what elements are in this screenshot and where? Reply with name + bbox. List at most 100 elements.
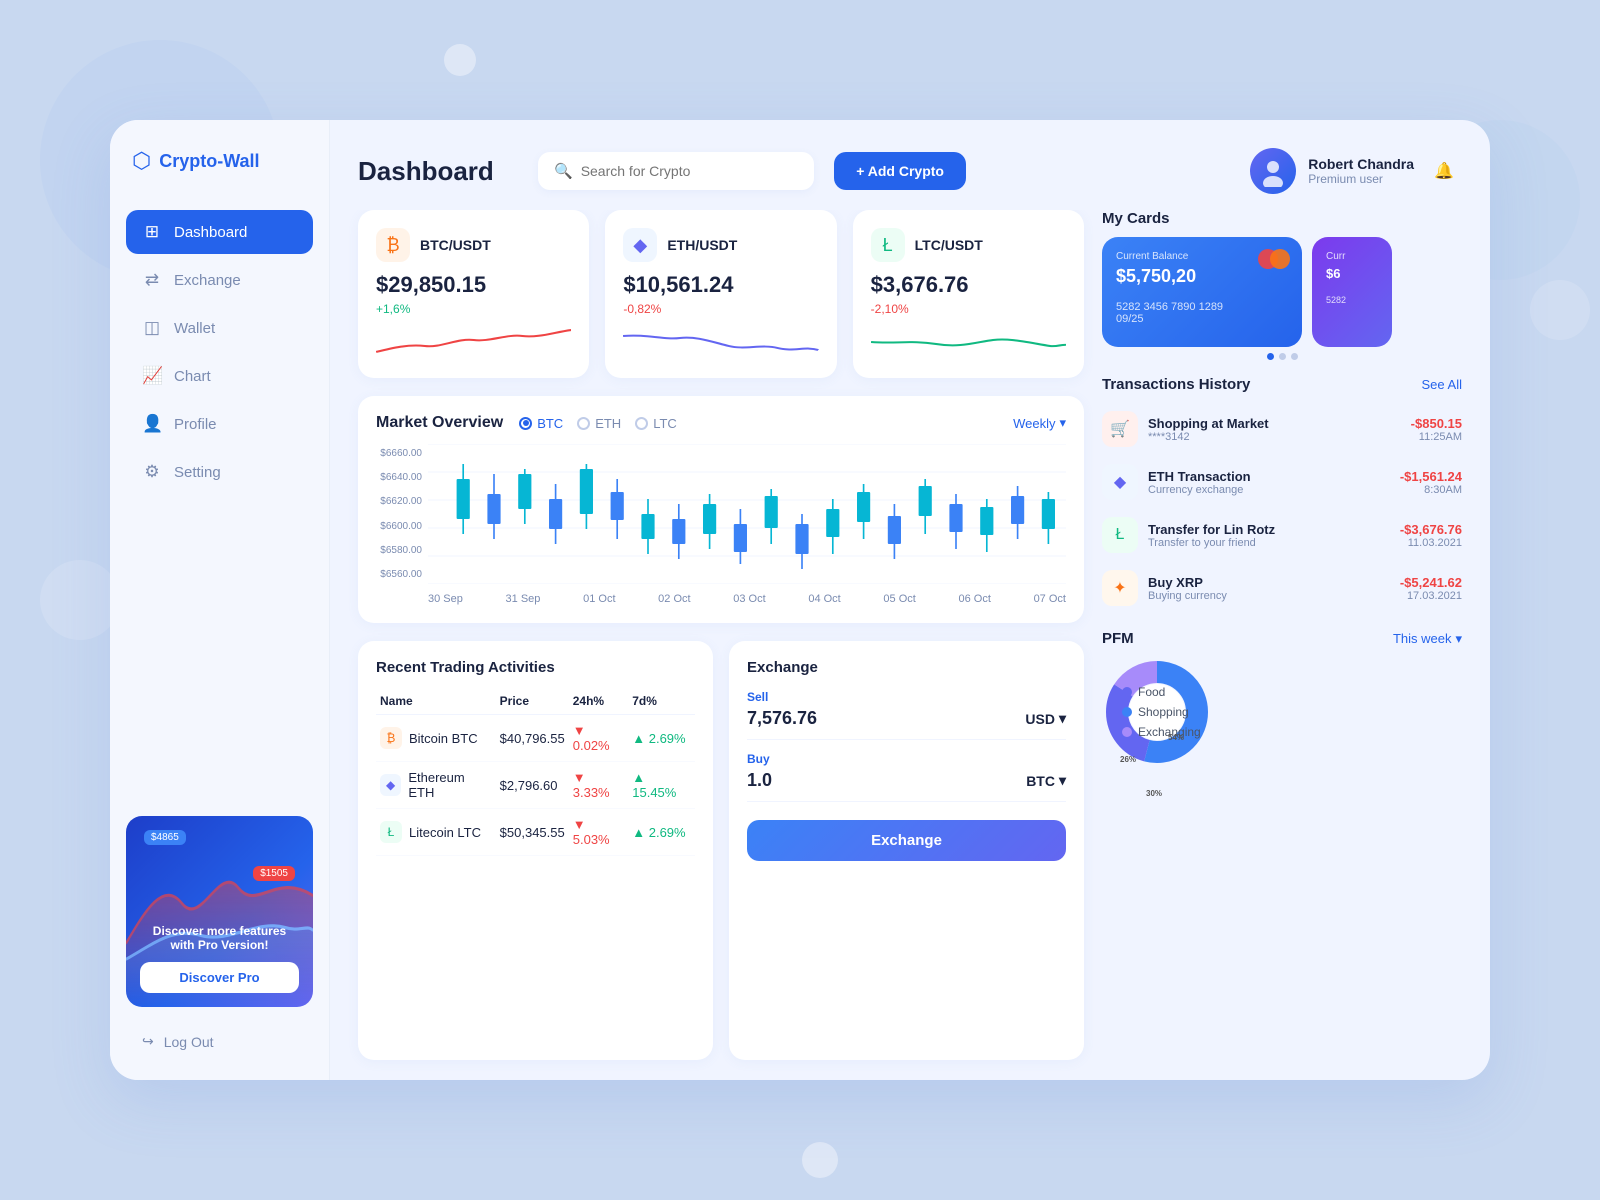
transaction-item: 🛒 Shopping at Market ****3142 -$850.15 1… — [1102, 403, 1462, 456]
candlestick-chart — [428, 444, 1066, 584]
card-dot-1[interactable] — [1267, 353, 1274, 360]
dashboard-icon: ⊞ — [142, 222, 162, 242]
sidebar-item-dashboard[interactable]: ⊞ Dashboard — [126, 210, 313, 254]
buy-value: 1.0 — [747, 770, 772, 791]
weekly-selector[interactable]: Weekly ▾ — [1013, 415, 1066, 431]
tx-info: Transfer for Lin Rotz Transfer to your f… — [1148, 522, 1390, 549]
right-panel: My Cards Current Balance $5,750,20 5282 … — [1102, 210, 1462, 1060]
transactions-section: Transactions History See All 🛒 Shopping … — [1102, 376, 1462, 614]
sell-currency-selector[interactable]: USD ▾ — [1025, 710, 1066, 727]
card-number: 5282 3456 7890 1289 — [1116, 301, 1288, 313]
eth-pair: ETH/USDT — [667, 237, 737, 253]
change7d: ▲ 2.69% — [632, 825, 685, 840]
food-dot — [1122, 687, 1132, 697]
change7d: ▲ 15.45% — [632, 770, 676, 800]
card-dot-2[interactable] — [1279, 353, 1286, 360]
buy-label: Buy — [747, 752, 1066, 766]
chevron-down-icon: ▾ — [1059, 415, 1066, 431]
ltc-card: Ł LTC/USDT $3,676.76 -2,10% — [853, 210, 1084, 378]
transactions-title: Transactions History — [1102, 376, 1250, 393]
cards-container: Current Balance $5,750,20 5282 3456 7890… — [1102, 237, 1462, 347]
bottom-row: Recent Trading Activities Name Price 24h… — [358, 641, 1084, 1060]
sidebar-label-setting: Setting — [174, 464, 221, 481]
tx-time: 8:30AM — [1400, 484, 1462, 496]
wallet-icon: ◫ — [142, 318, 162, 338]
logout-label: Log Out — [164, 1034, 214, 1050]
user-role: Premium user — [1308, 172, 1414, 186]
col-price: Price — [496, 688, 569, 715]
trading-title: Recent Trading Activities — [376, 659, 695, 676]
avatar — [1250, 148, 1296, 194]
exchange-button[interactable]: Exchange — [747, 820, 1066, 861]
btc-change: +1,6% — [376, 302, 571, 316]
tx-amount: -$1,561.24 — [1400, 469, 1462, 484]
sidebar-item-chart[interactable]: 📈 Chart — [126, 354, 313, 398]
tx-info: ETH Transaction Currency exchange — [1148, 469, 1390, 496]
main-window: ⬡ Crypto-Wall ⊞ Dashboard ⇄ Exchange ◫ W… — [110, 120, 1490, 1080]
tx-amount: -$5,241.62 — [1400, 575, 1462, 590]
tx-time: 11.03.2021 — [1400, 537, 1462, 549]
chart-nav-icon: 📈 — [142, 366, 162, 386]
sidebar-item-exchange[interactable]: ⇄ Exchange — [126, 258, 313, 302]
tx-info: Shopping at Market ****3142 — [1148, 416, 1401, 443]
chevron-down-icon: ▾ — [1059, 710, 1066, 727]
add-crypto-button[interactable]: + Add Crypto — [834, 152, 966, 190]
x-axis: 30 Sep 31 Sep 01 Oct 02 Oct 03 Oct 04 Oc… — [428, 593, 1066, 605]
buy-currency-selector[interactable]: BTC ▾ — [1026, 772, 1066, 789]
transaction-item: ◆ ETH Transaction Currency exchange -$1,… — [1102, 456, 1462, 509]
tab-ltc[interactable]: LTC — [635, 416, 677, 431]
coin-row: ◆ Ethereum ETH — [380, 770, 492, 800]
search-input[interactable] — [581, 163, 799, 179]
radio-btc — [519, 417, 532, 430]
tx-ltc-icon: Ł — [1102, 517, 1138, 553]
tx-amount: -$3,676.76 — [1400, 522, 1462, 537]
ltc-price: $3,676.76 — [871, 272, 1066, 298]
tab-btc[interactable]: BTC — [519, 416, 563, 431]
ltc-change: -2,10% — [871, 302, 1066, 316]
profile-icon: 👤 — [142, 414, 162, 434]
sidebar-label-wallet: Wallet — [174, 320, 215, 337]
see-all-transactions[interactable]: See All — [1422, 377, 1462, 392]
tx-info: Buy XRP Buying currency — [1148, 575, 1390, 602]
market-overview: Market Overview BTC ETH LTC — [358, 396, 1084, 623]
col-7d: 7d% — [628, 688, 695, 715]
coin-row: Ł Litecoin LTC — [380, 821, 492, 843]
sidebar-item-setting[interactable]: ⚙ Setting — [126, 450, 313, 494]
sidebar-label-dashboard: Dashboard — [174, 224, 247, 241]
exchange-icon: ⇄ — [142, 270, 162, 290]
discover-pro-button[interactable]: Discover Pro — [140, 962, 299, 993]
pfm-chart-container: 30% 54% 26% Food — [1102, 657, 1462, 767]
btc-card: ₿ BTC/USDT $29,850.15 +1,6% — [358, 210, 589, 378]
eth-card: ◆ ETH/USDT $10,561.24 -0,82% — [605, 210, 836, 378]
search-icon: 🔍 — [554, 162, 573, 180]
notification-button[interactable]: 🔔 — [1426, 153, 1462, 189]
sidebar-label-chart: Chart — [174, 368, 211, 385]
sidebar-label-profile: Profile — [174, 416, 217, 433]
pfm-period[interactable]: This week ▾ — [1393, 631, 1462, 647]
mastercard-logo — [1258, 249, 1290, 269]
tx-shop-icon: 🛒 — [1102, 411, 1138, 447]
tx-right: -$3,676.76 11.03.2021 — [1400, 522, 1462, 549]
logo-text: Crypto-Wall — [159, 151, 259, 172]
sell-label: Sell — [747, 690, 1066, 704]
col-name: Name — [376, 688, 496, 715]
tx-name: Transfer for Lin Rotz — [1148, 522, 1390, 537]
sidebar-item-wallet[interactable]: ◫ Wallet — [126, 306, 313, 350]
tx-eth-icon: ◆ — [1102, 464, 1138, 500]
coin-row: ₿ Bitcoin BTC — [380, 727, 492, 749]
y-axis: $6660.00 $6640.00 $6620.00 $6600.00 $658… — [376, 444, 422, 584]
logout-item[interactable]: ↪ Log Out — [126, 1023, 313, 1060]
radio-ltc — [635, 417, 648, 430]
logout-icon: ↪ — [142, 1033, 154, 1050]
sidebar-logo: ⬡ Crypto-Wall — [126, 148, 313, 174]
card-balance: $5,750,20 — [1116, 266, 1288, 287]
main-content: Dashboard 🔍 + Add Crypto Robert Chandra … — [330, 120, 1490, 1080]
btc-icon: ₿ — [376, 228, 410, 262]
sidebar-item-profile[interactable]: 👤 Profile — [126, 402, 313, 446]
trading-section: Recent Trading Activities Name Price 24h… — [358, 641, 713, 1060]
sell-value: 7,576.76 — [747, 708, 817, 729]
tab-eth[interactable]: ETH — [577, 416, 621, 431]
eth-icon-sm: ◆ — [380, 774, 401, 796]
radio-eth — [577, 417, 590, 430]
card-dot-3[interactable] — [1291, 353, 1298, 360]
